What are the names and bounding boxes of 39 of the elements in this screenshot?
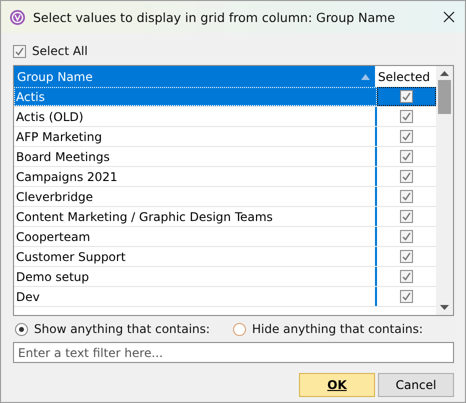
sort-arrow-icon bbox=[361, 74, 370, 80]
grid-row[interactable]: AFP Marketing bbox=[14, 127, 436, 147]
scrollbar-thumb[interactable] bbox=[438, 80, 451, 114]
row-checkbox[interactable] bbox=[400, 230, 413, 243]
scrollbar[interactable] bbox=[436, 66, 453, 315]
grid-row[interactable]: Customer Support bbox=[14, 247, 436, 267]
grid-row[interactable]: Cooperteam bbox=[14, 227, 436, 247]
grid-row[interactable]: Board Meetings bbox=[14, 147, 436, 167]
row-checkbox[interactable] bbox=[400, 110, 413, 123]
row-checkbox[interactable] bbox=[400, 170, 413, 183]
text-filter-field[interactable]: Enter a text filter here... bbox=[13, 342, 454, 363]
app-logo-icon bbox=[9, 8, 26, 26]
ok-button[interactable]: OK bbox=[299, 373, 375, 397]
select-all-checkbox[interactable] bbox=[13, 44, 26, 58]
filter-mode-radio[interactable] bbox=[233, 322, 246, 336]
window-title: Select values to display in grid from column: Group Name bbox=[33, 10, 396, 24]
row-checkbox[interactable] bbox=[400, 270, 413, 283]
row-checkbox[interactable] bbox=[400, 210, 413, 223]
radio-label: Show anything that contains: bbox=[34, 322, 210, 336]
row-checkbox[interactable] bbox=[400, 90, 413, 103]
grid-row[interactable]: Dev bbox=[14, 287, 436, 307]
row-checkbox[interactable] bbox=[400, 250, 413, 263]
grid-row[interactable]: Cleverbridge bbox=[14, 187, 436, 207]
radio-label: Hide anything that contains: bbox=[252, 322, 423, 336]
column-header[interactable]: Group Name bbox=[14, 66, 373, 87]
row-checkbox[interactable] bbox=[400, 190, 413, 203]
row-checkbox[interactable] bbox=[400, 150, 413, 163]
grid-row[interactable]: Campaigns 2021 bbox=[14, 167, 436, 187]
select-all-label: Select All bbox=[32, 44, 88, 58]
row-checkbox[interactable] bbox=[400, 290, 413, 303]
table-cell: Dev bbox=[14, 287, 377, 306]
row-checkbox[interactable] bbox=[400, 130, 413, 143]
close-icon[interactable] bbox=[443, 11, 455, 23]
grid-row[interactable]: Content Marketing / Graphic Design Teams bbox=[14, 207, 436, 227]
cancel-button[interactable]: Cancel bbox=[378, 373, 454, 397]
grid-row[interactable]: Demo setup bbox=[14, 267, 436, 287]
filter-mode-radio[interactable] bbox=[15, 322, 28, 336]
grid-row[interactable]: Actis (OLD) bbox=[14, 107, 436, 127]
grid-row[interactable]: Actis bbox=[14, 87, 436, 107]
